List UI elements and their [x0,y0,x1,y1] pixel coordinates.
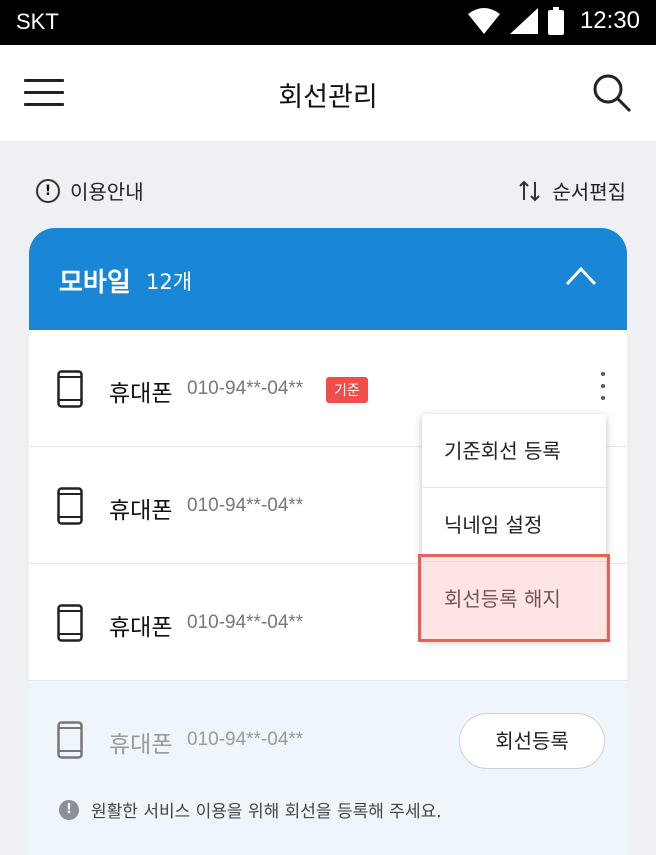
info-icon: ! [36,178,60,203]
wifi-icon [467,8,500,34]
group-count: 12개 [146,270,193,294]
search-icon[interactable] [592,73,632,113]
primary-badge: 기준 [326,377,368,403]
line-label: 휴대폰 [109,498,173,524]
usage-guide-label: 이용안내 [70,180,144,204]
sort-icon [519,180,541,201]
page-title: 회선관리 [278,82,378,113]
line-number: 010-94**-04** [187,495,304,516]
phone-icon [57,721,83,759]
line-label: 휴대폰 [109,732,173,758]
card-header[interactable]: 모바일 12개 [29,228,627,330]
register-notice: ! 원활한 서비스 이용을 위해 회선을 등록해 주세요. [59,797,442,822]
menu-item-nickname[interactable]: 닉네임 설정 [422,488,606,562]
line-label: 휴대폰 [109,615,173,641]
menu-item-unregister[interactable]: 회선등록 해지 [422,562,606,636]
signal-icon [509,8,538,34]
line-context-menu: 기준회선 등록 닉네임 설정 회선등록 해지 [422,414,606,640]
carrier-label: SKT [16,9,59,34]
phone-icon [57,604,83,642]
usage-guide-button[interactable]: ! 이용안내 [36,176,144,205]
toolbar-row: ! 이용안내 순서편집 [0,160,656,216]
menu-item-set-primary[interactable]: 기준회선 등록 [422,414,606,488]
battery-icon [547,7,564,35]
reorder-label: 순서편집 [552,180,626,204]
unregistered-line-row: 휴대폰 010-94**-04** 회선등록 ! 원활한 서비스 이용을 위해 … [29,681,627,855]
notice-text: 원활한 서비스 이용을 위해 회선을 등록해 주세요. [91,802,442,822]
line-number: 010-94**-04** [187,729,304,750]
line-number: 010-94**-04** [187,378,304,399]
app-bar: 회선관리 [0,45,656,141]
phone-icon [57,370,83,408]
phone-icon [57,487,83,525]
more-vertical-icon[interactable] [593,372,613,406]
chevron-up-icon[interactable] [565,264,597,288]
group-name: 모바일 [59,268,131,298]
alert-icon: ! [59,799,79,820]
reorder-button[interactable]: 순서편집 [518,176,626,205]
register-line-button[interactable]: 회선등록 [459,713,605,769]
line-number: 010-94**-04** [187,612,304,633]
clock: 12:30 [579,7,640,34]
status-bar: SKT 12:30 [0,0,656,45]
line-label: 휴대폰 [109,381,173,407]
